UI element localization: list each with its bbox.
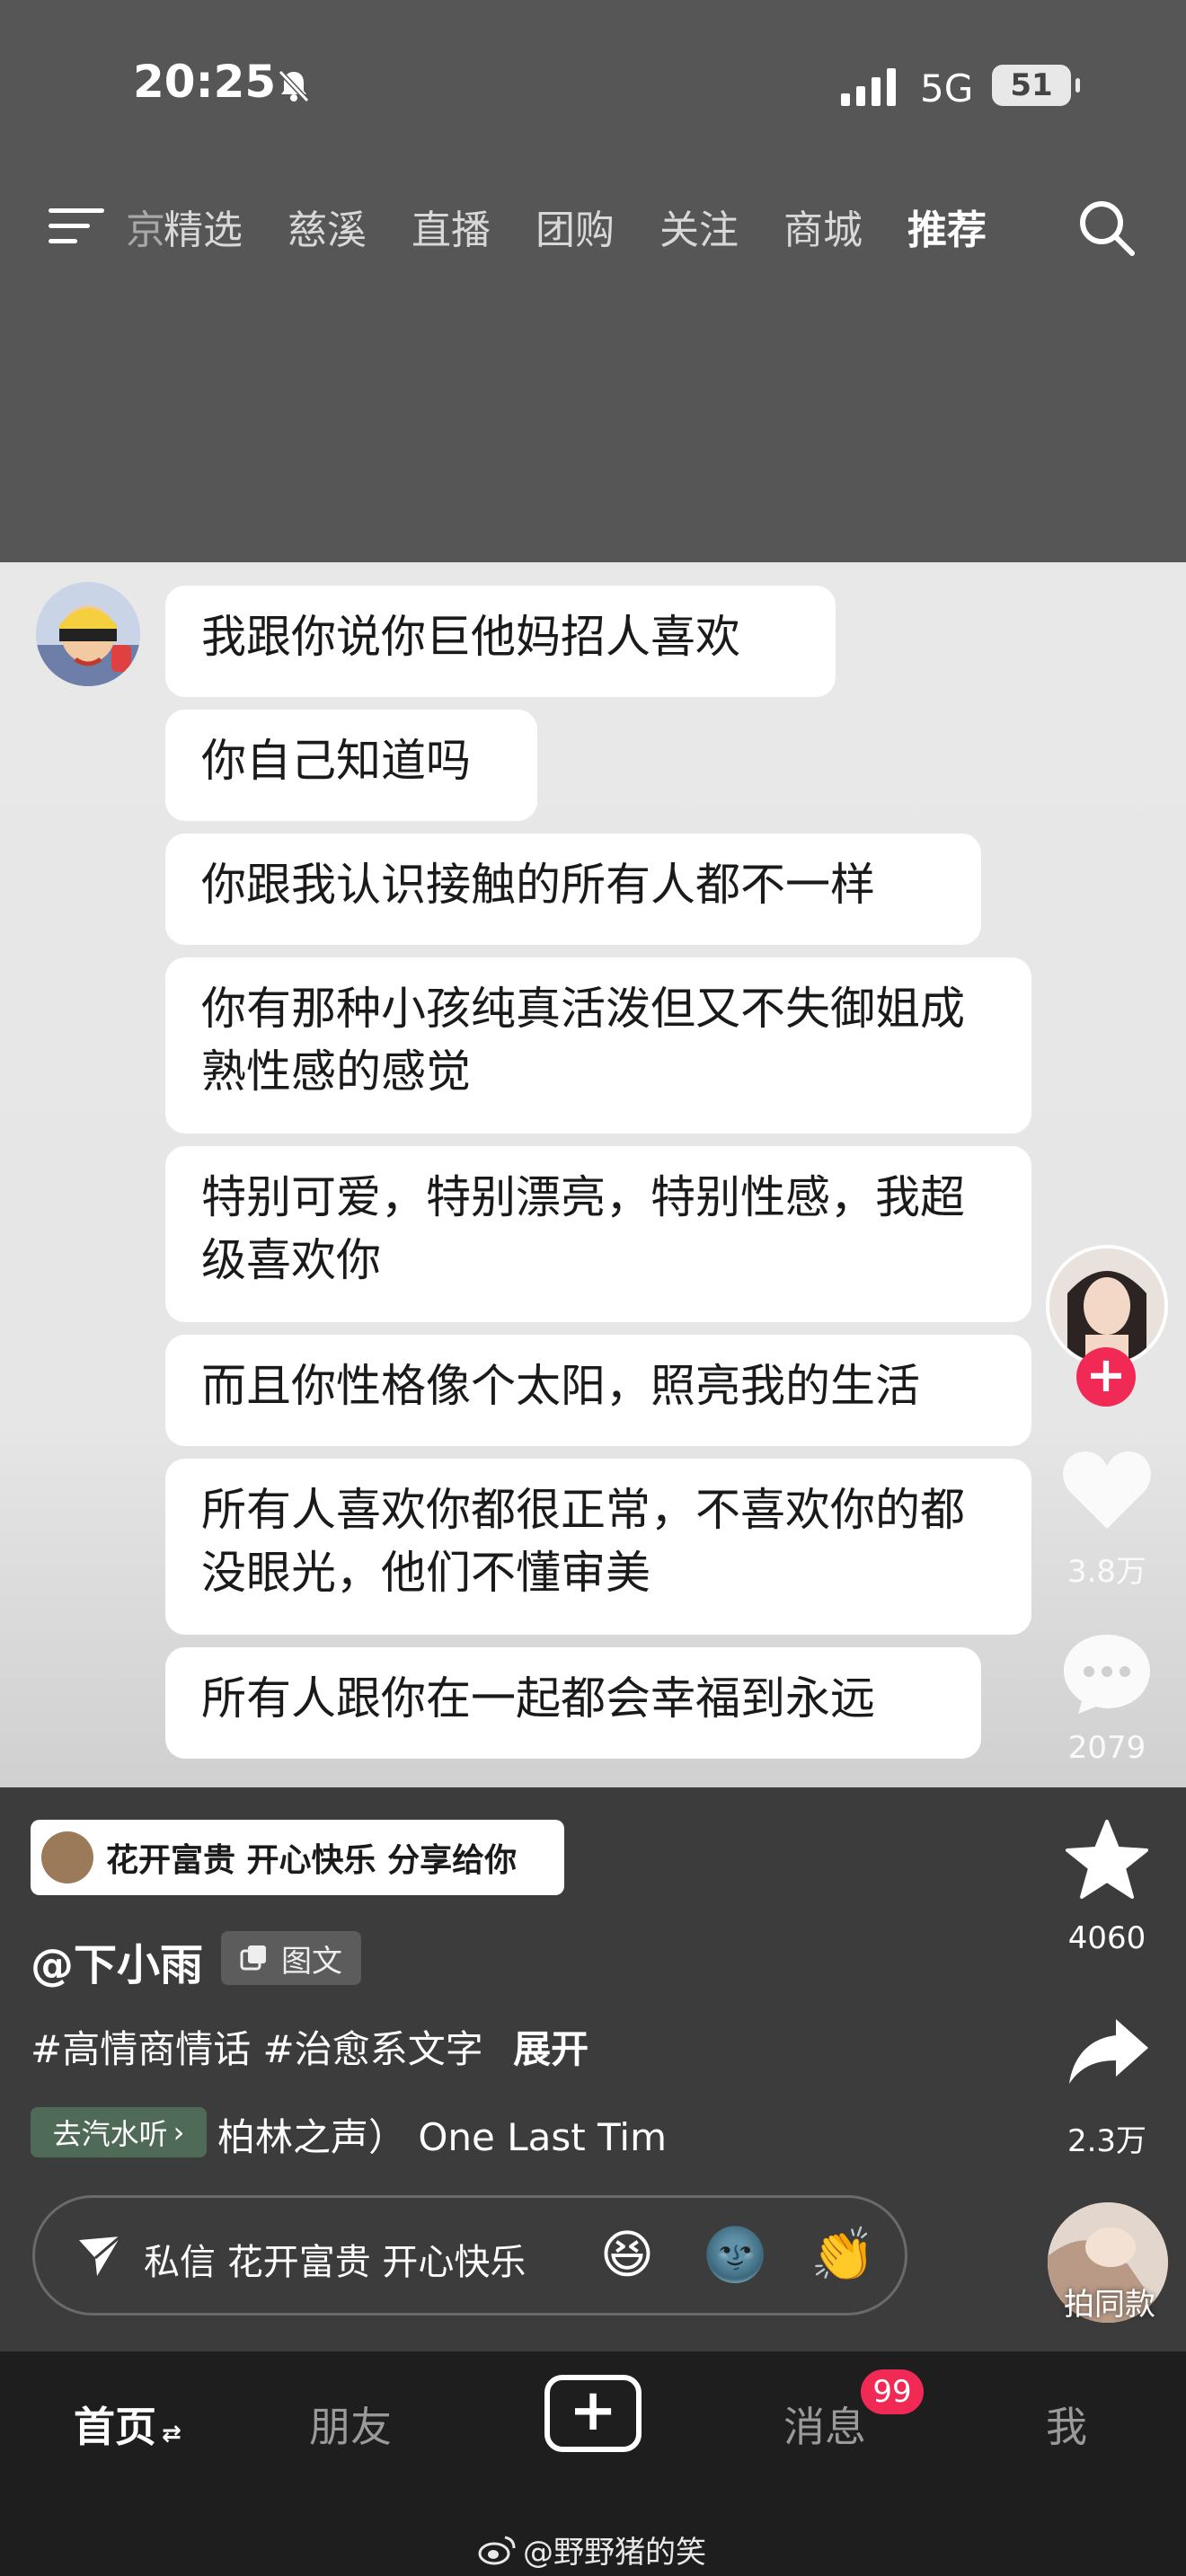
dm-text: 私信 花开富贵 开心快乐: [144, 2242, 527, 2283]
nav-friends[interactable]: 朋友: [309, 2395, 392, 2454]
battery-icon: 51: [992, 65, 1080, 106]
type-badge: 图文: [221, 1931, 361, 1985]
like-count: 3.8万: [1067, 1554, 1147, 1590]
nav-home-label: 首页: [74, 2403, 156, 2451]
share-chip[interactable]: 花开富贵 开心快乐 分享给你: [31, 1820, 564, 1895]
hashtags: #高情商情话 #治愈系文字 展开: [31, 2019, 589, 2074]
expand-link[interactable]: 展开: [513, 2027, 589, 2071]
chat-bubble: 你有那种小孩纯真活泼但又不失御姐成熟性感的感觉: [165, 957, 1031, 1134]
heart-icon[interactable]: [1060, 1446, 1154, 1532]
network-type: 5G: [920, 66, 974, 110]
create-button[interactable]: +: [544, 2375, 642, 2452]
cartoon-avatar-icon: [36, 582, 140, 686]
star-icon[interactable]: [1064, 1818, 1150, 1901]
laughing-emoji-icon[interactable]: 😆: [595, 2222, 659, 2287]
nav-me[interactable]: 我: [1046, 2395, 1087, 2454]
favorite-count: 4060: [1067, 1920, 1146, 1956]
comment-icon[interactable]: [1060, 1629, 1154, 1716]
bell-muted-icon: [278, 69, 310, 103]
same-style-label[interactable]: 拍同款: [1042, 2280, 1177, 2324]
music-chip-label: 去汽水听: [52, 2117, 168, 2151]
chat-bubble: 你跟我认识接触的所有人都不一样: [165, 834, 981, 945]
tab-recommend[interactable]: 推荐: [907, 198, 1031, 260]
watermark: @野野猪的笑: [478, 2527, 706, 2572]
hashtag-text[interactable]: #高情商情话 #治愈系文字: [31, 2027, 483, 2071]
moon-emoji-icon[interactable]: 🌚: [703, 2222, 767, 2287]
music-title[interactable]: 柏林之声） One Last Tim: [217, 2107, 685, 2161]
comment-count: 2079: [1067, 1730, 1146, 1766]
search-icon[interactable]: [1076, 198, 1136, 257]
switch-arrows-icon: ⇄: [162, 2421, 181, 2448]
chat-bubble: 特别可爱，特别漂亮，特别性感，我超级喜欢你: [165, 1146, 1031, 1322]
share-count: 2.3万: [1067, 2123, 1147, 2159]
nav-messages[interactable]: 消息: [783, 2395, 866, 2454]
weibo-logo-icon: [478, 2536, 516, 2564]
tab-partial[interactable]: 京: [126, 198, 164, 260]
chevron-right-icon: ›: [173, 2115, 185, 2149]
author-name[interactable]: @下小雨: [31, 1929, 203, 1992]
tab-groupbuy[interactable]: 团购: [535, 198, 659, 260]
tab-featured[interactable]: 精选: [164, 198, 288, 260]
chat-bubble: 你自己知道吗: [165, 710, 537, 821]
tab-live[interactable]: 直播: [412, 198, 535, 260]
follow-button[interactable]: +: [1076, 1347, 1136, 1407]
images-icon: [240, 1945, 266, 1971]
battery-level: 51: [1010, 67, 1053, 103]
monkey-avatar-icon: [41, 1831, 93, 1883]
music-chip[interactable]: 去汽水听 ›: [31, 2107, 207, 2157]
chat-avatar: [36, 582, 140, 686]
type-badge-label: 图文: [281, 1943, 342, 1980]
status-time: 20:25: [133, 56, 277, 108]
watermark-text: @野野猪的笑: [523, 2535, 706, 2571]
signal-icon: [841, 68, 896, 106]
share-chip-text: 花开富贵 开心快乐 分享给你: [106, 1842, 518, 1879]
message-badge: 99: [861, 2369, 924, 2414]
chat-bubble: 所有人跟你在一起都会幸福到永远: [165, 1647, 981, 1759]
menu-icon[interactable]: [49, 205, 104, 248]
tab-mall[interactable]: 商城: [783, 198, 907, 260]
tab-following[interactable]: 关注: [659, 198, 783, 260]
chat-bubble: 我跟你说你巨他妈招人喜欢: [165, 586, 836, 697]
clap-emoji-icon[interactable]: 👏: [810, 2222, 875, 2287]
chat-bubble: 而且你性格像个太阳，照亮我的生活: [165, 1335, 1031, 1446]
tab-local[interactable]: 慈溪: [288, 198, 412, 260]
share-icon[interactable]: [1066, 2016, 1152, 2087]
top-tabs: 京 精选 慈溪 直播 团购 关注 商城 推荐: [126, 198, 1031, 260]
nav-home[interactable]: 首页 ⇄: [74, 2395, 181, 2454]
send-icon: [79, 2235, 121, 2276]
chat-bubble: 所有人喜欢你都很正常，不喜欢你的都没眼光，他们不懂审美: [165, 1459, 1031, 1635]
